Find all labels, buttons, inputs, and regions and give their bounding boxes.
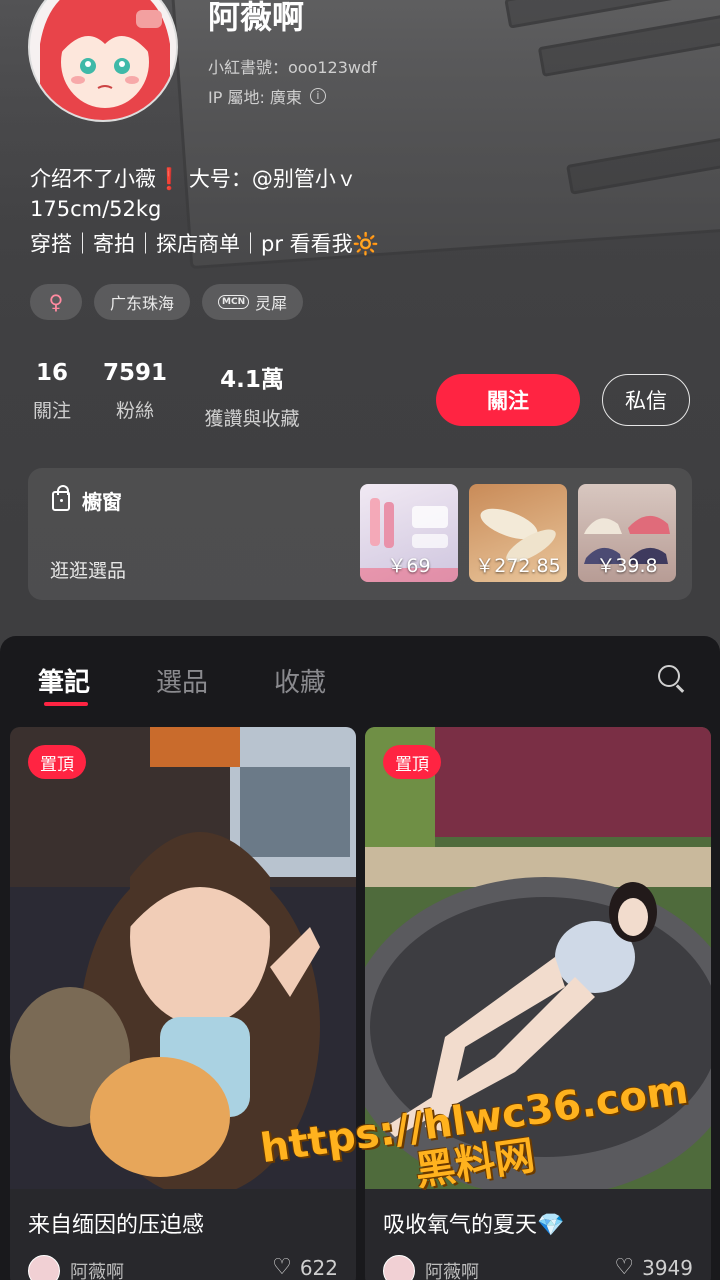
shop-window-card[interactable]: 櫥窗 逛逛選品 ￥69 ￥272.85 ￥39.8 [28, 468, 692, 600]
bio-line-3: 穿搭｜寄拍｜探店商单｜pr 看看我🔆 [30, 232, 379, 256]
product-thumb[interactable]: ￥272.85 [469, 484, 567, 582]
product-thumb[interactable]: ￥39.8 [578, 484, 676, 582]
pinned-badge: 置頂 [383, 745, 441, 779]
mcn-icon: MCN [218, 295, 250, 309]
product-thumb[interactable]: ￥69 [360, 484, 458, 582]
shop-subtitle: 逛逛選品 [50, 560, 127, 582]
product-price: ￥39.8 [596, 555, 658, 577]
like-button[interactable]: ♡ 3949 [614, 1255, 693, 1280]
shop-title-row: 櫥窗 [52, 484, 122, 515]
product-price: ￥69 [387, 555, 431, 577]
bio-line-1: 介绍不了小薇❗ 大号：@别管小ｖ [30, 167, 357, 191]
note-title: 来自缅因的压迫感 [28, 1213, 205, 1238]
female-icon: ♀ [48, 290, 64, 314]
search-icon[interactable] [658, 665, 685, 693]
heart-icon: ♡ [272, 1255, 292, 1280]
ip-location: IP 屬地: 廣東 [208, 88, 302, 107]
info-icon[interactable]: i [309, 88, 326, 104]
shop-title: 櫥窗 [82, 490, 122, 514]
gender-tag: ♀ [30, 284, 82, 320]
note-card[interactable]: 置頂 吸收氧气的夏天💎 阿薇啊 ♡ 3949 [365, 727, 711, 1280]
active-tab-indicator [44, 702, 88, 706]
like-button[interactable]: ♡ 622 [272, 1255, 338, 1280]
mcn-name: 灵犀 [255, 294, 288, 313]
profile-tags: ♀ 广东珠海 MCN 灵犀 [30, 284, 304, 320]
exclamation-emoji: ❗ [156, 167, 183, 191]
product-price: ￥272.85 [475, 555, 561, 577]
tab-favorites[interactable]: 收藏 [274, 662, 326, 699]
stat-followers[interactable]: 7591 粉絲 [100, 360, 170, 423]
bio-line-2: 175cm/52kg [30, 197, 162, 221]
shopping-bag-icon [52, 484, 70, 511]
location-tag: 广东珠海 [94, 284, 191, 320]
tab-products[interactable]: 選品 [156, 662, 208, 699]
pinned-badge: 置頂 [28, 745, 86, 779]
author-avatar [383, 1255, 415, 1280]
like-count: 622 [299, 1255, 338, 1280]
follow-button[interactable]: 關注 [436, 374, 580, 426]
note-author[interactable]: 阿薇啊 [28, 1255, 124, 1280]
message-button[interactable]: 私信 [602, 374, 690, 426]
stat-likes-collects[interactable]: 4.1萬 獲讚與收藏 [196, 360, 308, 431]
tab-notes[interactable]: 筆記 [38, 662, 90, 699]
like-count: 3949 [642, 1255, 693, 1280]
note-author[interactable]: 阿薇啊 [383, 1255, 479, 1280]
mcn-tag[interactable]: MCN 灵犀 [202, 284, 304, 320]
sun-emoji: 🔆 [352, 232, 379, 256]
blue-heart-emoji: 💎 [537, 1213, 565, 1238]
ip-location-row: IP 屬地: 廣東 i [208, 84, 326, 108]
stat-following[interactable]: 16 關注 [30, 360, 74, 423]
heart-icon: ♡ [614, 1255, 635, 1280]
author-avatar [28, 1255, 60, 1280]
note-title: 吸收氧气的夏天💎 [383, 1213, 565, 1238]
red-id[interactable]: 小紅書號：ooo123wdf [208, 54, 377, 78]
profile-name: 阿薇啊 [208, 0, 305, 36]
